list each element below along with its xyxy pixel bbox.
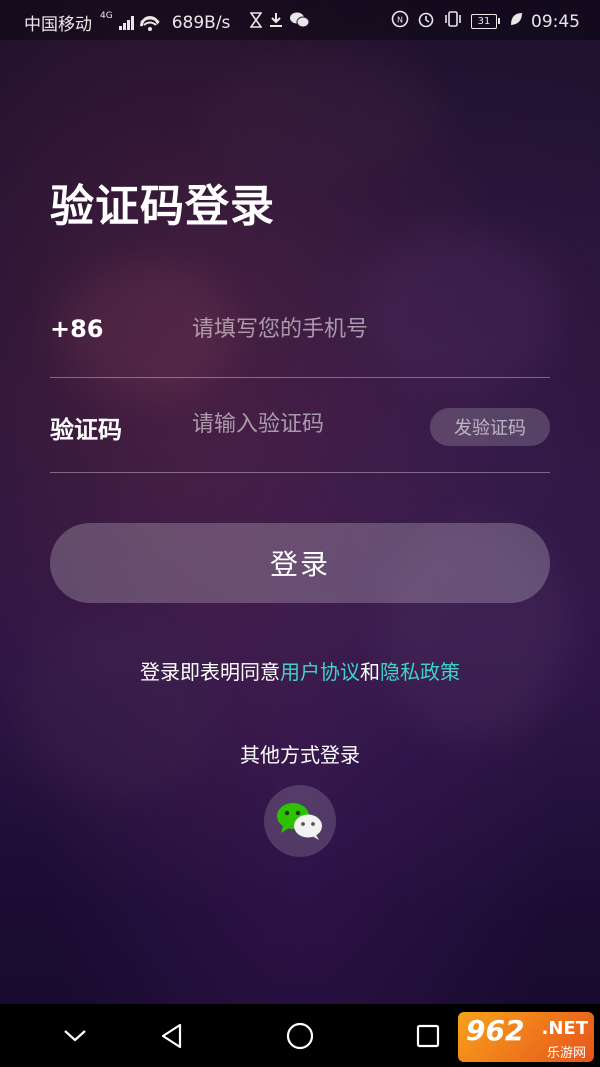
back-icon[interactable] bbox=[154, 1018, 190, 1054]
site-watermark: 962 .NET 乐游网 bbox=[458, 1012, 594, 1062]
agreement-and: 和 bbox=[360, 660, 380, 684]
network-type: 4G bbox=[100, 10, 113, 21]
download-icon bbox=[268, 12, 284, 33]
svg-text:N: N bbox=[397, 16, 403, 25]
hourglass-icon bbox=[249, 12, 263, 33]
status-bar: 中国移动 4G 689B/s N 31 09:45 bbox=[0, 0, 600, 40]
wifi-icon bbox=[140, 16, 160, 31]
alarm-icon bbox=[417, 10, 435, 33]
agreement-text: 登录即表明同意用户协议和隐私政策 bbox=[0, 656, 600, 685]
recent-apps-icon[interactable] bbox=[410, 1018, 446, 1054]
battery-icon: 31 bbox=[471, 14, 500, 29]
privacy-policy-link[interactable]: 隐私政策 bbox=[380, 660, 460, 684]
leaf-icon bbox=[509, 11, 523, 32]
wechat-login-button[interactable] bbox=[264, 785, 336, 857]
login-button[interactable]: 登录 bbox=[50, 523, 550, 603]
code-label: 验证码 bbox=[50, 416, 122, 444]
code-input[interactable] bbox=[192, 406, 462, 442]
battery-level: 31 bbox=[477, 16, 491, 27]
clock-time: 09:45 bbox=[531, 11, 580, 32]
carrier-name: 中国移动 bbox=[24, 15, 92, 35]
code-row: 验证码 发验证码 bbox=[50, 378, 550, 473]
background-photo-texture bbox=[200, 60, 440, 180]
vibrate-icon bbox=[443, 10, 463, 33]
login-screen: 中国移动 4G 689B/s N 31 09:45 验证码登录 +86 请填写您… bbox=[0, 0, 600, 1067]
watermark-sub: 乐游网 bbox=[546, 1046, 586, 1061]
network-speed: 689B/s bbox=[171, 12, 231, 33]
country-code[interactable]: +86 bbox=[50, 315, 104, 343]
wechat-notification-icon bbox=[290, 12, 310, 33]
home-icon[interactable] bbox=[282, 1018, 318, 1054]
other-login-title: 其他方式登录 bbox=[240, 743, 360, 767]
phone-input[interactable] bbox=[192, 311, 462, 347]
user-agreement-link[interactable]: 用户协议 bbox=[280, 660, 360, 684]
wechat-icon bbox=[277, 803, 322, 840]
data-saver-icon: N bbox=[391, 10, 409, 33]
agreement-prefix: 登录即表明同意 bbox=[140, 660, 280, 684]
background-photo-texture bbox=[20, 620, 220, 800]
signal-icon bbox=[118, 15, 134, 30]
watermark-net: .NET bbox=[541, 1018, 588, 1039]
page-title: 验证码登录 bbox=[50, 181, 275, 232]
send-code-button[interactable]: 发验证码 bbox=[430, 408, 550, 446]
watermark-main: 962 bbox=[466, 1014, 525, 1047]
phone-row: +86 bbox=[50, 283, 550, 378]
chevron-down-icon[interactable] bbox=[57, 1018, 93, 1054]
